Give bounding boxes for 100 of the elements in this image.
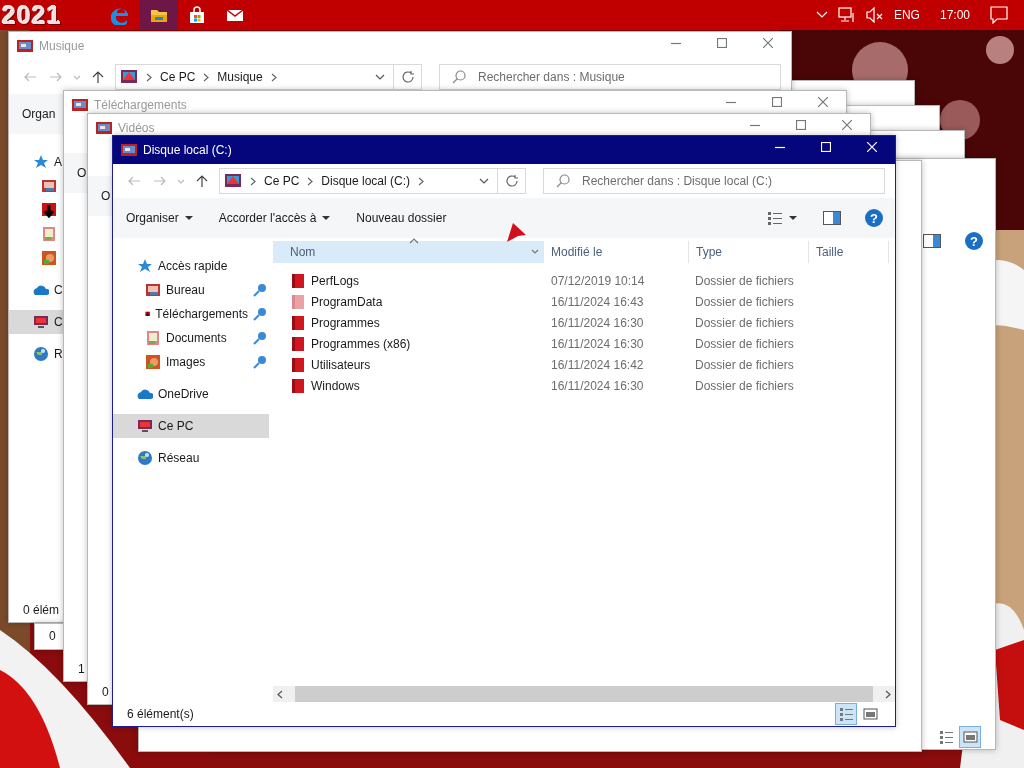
search-icon bbox=[556, 174, 570, 188]
star-icon bbox=[33, 154, 49, 170]
breadcrumb[interactable]: Musique bbox=[217, 70, 263, 84]
column-header[interactable]: Modifié le bbox=[544, 241, 689, 263]
date-cell-text: 16/11/2024 16:42 bbox=[550, 357, 645, 372]
picture-folder-icon bbox=[145, 282, 161, 298]
toolbar-button[interactable]: O bbox=[77, 162, 87, 184]
search-field[interactable]: Rechercher dans : Musique bbox=[439, 64, 781, 90]
dropdown-icon[interactable] bbox=[375, 74, 385, 80]
up-arrow-icon[interactable] bbox=[92, 70, 104, 84]
nav-item[interactable]: C bbox=[9, 310, 63, 334]
close-icon bbox=[842, 120, 852, 130]
nav-item[interactable]: R bbox=[9, 342, 63, 366]
globe-icon bbox=[137, 450, 153, 466]
close-icon bbox=[763, 38, 773, 48]
chevron-icon[interactable] bbox=[203, 72, 210, 82]
nav-item[interactable]: Accès rapide bbox=[113, 254, 269, 278]
mouse-pointer-icon bbox=[505, 222, 527, 244]
document-icon bbox=[145, 330, 161, 346]
pin-icon[interactable] bbox=[253, 307, 267, 321]
chevron-icon[interactable] bbox=[307, 176, 314, 186]
details-view-button[interactable] bbox=[835, 703, 857, 725]
star-icon bbox=[137, 258, 153, 274]
window-icon bbox=[72, 98, 88, 112]
shopping-bag-icon bbox=[187, 5, 207, 25]
chevron-icon[interactable] bbox=[418, 176, 425, 186]
computer-icon bbox=[33, 314, 49, 330]
nav-item[interactable]: Téléchargements bbox=[113, 302, 269, 326]
tiles-view-button[interactable] bbox=[959, 726, 981, 748]
status-text: 6 élément(s) bbox=[127, 707, 194, 721]
nav-item[interactable]: C bbox=[9, 278, 63, 302]
list-view-icon bbox=[838, 707, 854, 721]
tiles-view-icon bbox=[962, 730, 978, 744]
pin-icon[interactable] bbox=[253, 283, 267, 297]
column-header[interactable]: Nom bbox=[273, 241, 544, 263]
search-icon bbox=[452, 70, 466, 84]
maximize-icon bbox=[796, 120, 806, 130]
pin-icon[interactable] bbox=[253, 355, 267, 369]
address-bar[interactable]: Ce PC Disque local (C:) bbox=[219, 168, 498, 194]
nav-item[interactable]: Documents bbox=[113, 326, 269, 350]
nav-item[interactable]: Images bbox=[113, 350, 269, 374]
toolbar-button[interactable]: O bbox=[101, 185, 111, 207]
breadcrumb[interactable]: Ce PC bbox=[160, 70, 196, 84]
window-icon bbox=[17, 39, 33, 53]
nav-item[interactable]: Bureau bbox=[113, 278, 269, 302]
toolbar-button[interactable]: Organ bbox=[22, 103, 56, 125]
type-cell-text: Dossier de fichiers bbox=[694, 357, 795, 372]
refresh-button[interactable] bbox=[498, 168, 526, 194]
chevron-icon[interactable] bbox=[277, 689, 283, 699]
notification-icon[interactable] bbox=[990, 6, 1008, 24]
breadcrumb[interactable]: Disque local (C:) bbox=[321, 174, 411, 188]
file-name[interactable]: ProgramData bbox=[311, 294, 383, 309]
language-indicator[interactable]: ENG bbox=[893, 8, 920, 22]
refresh-icon bbox=[504, 174, 519, 188]
chevron-icon[interactable] bbox=[885, 689, 891, 699]
chevron-icon[interactable] bbox=[146, 72, 152, 82]
pin-icon[interactable] bbox=[253, 331, 267, 345]
network-icon[interactable] bbox=[837, 7, 856, 23]
toolbar-button[interactable]: Nouveau dossier bbox=[356, 207, 447, 229]
help-button[interactable]: ? bbox=[865, 209, 883, 227]
volume-muted-icon[interactable] bbox=[865, 7, 884, 23]
file-name[interactable]: Utilisateurs bbox=[311, 357, 371, 372]
nav-item[interactable]: OneDrive bbox=[113, 382, 269, 406]
help-button[interactable]: ? bbox=[965, 232, 983, 250]
window-icon bbox=[96, 121, 112, 135]
preview-pane-icon[interactable] bbox=[923, 234, 941, 248]
column-header[interactable]: Taille bbox=[809, 241, 889, 263]
preview-pane-icon[interactable] bbox=[823, 211, 841, 225]
nav-item[interactable]: Ce PC bbox=[113, 414, 269, 438]
breadcrumb[interactable]: Ce PC bbox=[264, 174, 300, 188]
dropdown-icon[interactable] bbox=[479, 178, 489, 184]
globe-icon bbox=[33, 346, 49, 362]
status-text: 0 bbox=[49, 629, 56, 643]
file-name[interactable]: Programmes bbox=[311, 315, 380, 330]
toolbar-button[interactable]: Organiser bbox=[126, 207, 193, 229]
refresh-icon bbox=[400, 70, 415, 84]
window-title: Disque local (C:) bbox=[143, 143, 232, 157]
chevron-icon[interactable] bbox=[270, 72, 277, 82]
maximize-icon bbox=[717, 38, 727, 48]
date-cell-text: 16/11/2024 16:43 bbox=[550, 294, 645, 309]
column-header[interactable]: Type bbox=[689, 241, 809, 263]
computer-icon bbox=[137, 418, 153, 434]
chevron-icon[interactable] bbox=[250, 176, 256, 186]
drive-icon bbox=[120, 69, 138, 85]
type-cell-text: Dossier de fichiers bbox=[694, 336, 795, 351]
folder-taskbar-button[interactable] bbox=[140, 0, 178, 30]
up-arrow-icon[interactable] bbox=[196, 174, 208, 188]
window-icon bbox=[121, 143, 137, 157]
toolbar-button[interactable]: Accorder l'accès à bbox=[218, 207, 331, 229]
file-name[interactable]: PerfLogs bbox=[311, 273, 360, 288]
file-name[interactable]: Windows bbox=[311, 378, 360, 393]
file-name[interactable]: Programmes (x86) bbox=[311, 336, 411, 351]
nav-item[interactable]: Réseau bbox=[113, 446, 269, 470]
dropdown-icon bbox=[531, 249, 539, 254]
nav-item[interactable]: A bbox=[9, 150, 62, 174]
clock[interactable]: 17:00 bbox=[939, 8, 970, 22]
search-field[interactable]: Rechercher dans : Disque local (C:) bbox=[543, 168, 885, 194]
window-title: Téléchargements bbox=[94, 98, 187, 112]
view-options-icon[interactable] bbox=[767, 211, 783, 225]
date-cell-text: 07/12/2019 10:14 bbox=[550, 273, 646, 288]
